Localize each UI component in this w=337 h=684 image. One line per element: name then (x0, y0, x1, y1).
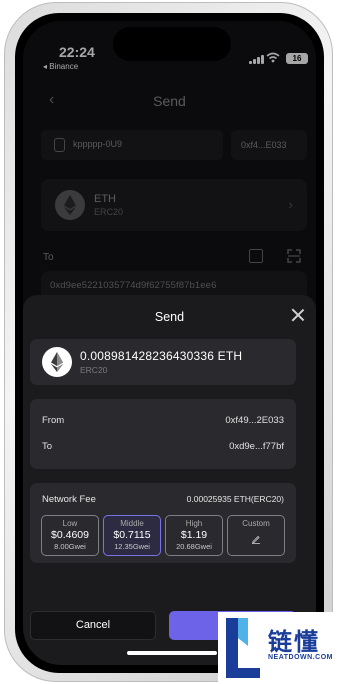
to-label: To (42, 441, 53, 452)
eth-logo-icon (42, 347, 72, 377)
from-label: From (42, 415, 65, 426)
fee-option-middle[interactable]: Middle $0.7115 12.35Gwei (103, 515, 161, 556)
screen: 22:24 ◂ Binance 16 ‹ Send kppppp-0U9 0xf… (23, 21, 316, 665)
fee-option-custom[interactable]: Custom (227, 515, 285, 556)
fee-option-price: $0.4609 (51, 529, 89, 541)
fee-header: Network Fee 0.00025935 ETH(ERC20) (42, 494, 284, 505)
cancel-button[interactable]: Cancel (30, 611, 156, 640)
fee-option-price: $0.7115 (113, 529, 151, 541)
send-amount: 0.008981428236430336 ETH (80, 349, 243, 363)
close-icon[interactable] (290, 307, 306, 323)
fee-option-gwei: 8.00Gwei (54, 542, 86, 551)
fee-option-gwei: 12.35Gwei (114, 542, 150, 551)
fee-options: Low $0.4609 8.00Gwei Middle $0.7115 12.3… (41, 515, 285, 556)
fee-option-name: Custom (242, 519, 270, 528)
home-indicator[interactable] (127, 651, 217, 655)
from-row: From 0xf49...2E033 (42, 415, 284, 426)
watermark-en: NEATDOWN.COM (268, 654, 333, 661)
fee-option-price: $1.19 (180, 529, 208, 541)
watermark-logo: 链懂 NEATDOWN.COM (218, 612, 337, 684)
from-value: 0xf49...2E033 (225, 415, 284, 426)
phone-bezel: 22:24 ◂ Binance 16 ‹ Send kppppp-0U9 0xf… (15, 13, 324, 673)
fee-label: Network Fee (42, 494, 96, 505)
sheet-title: Send (154, 310, 185, 324)
fee-option-name: Middle (120, 519, 144, 528)
route-card: From 0xf49...2E033 To 0xd9e...f77bf (30, 399, 296, 469)
to-row: To 0xd9e...f77bf (42, 441, 284, 452)
watermark-cn: 链懂 (268, 628, 320, 656)
pencil-icon (251, 535, 260, 544)
fee-option-low[interactable]: Low $0.4609 8.00Gwei (41, 515, 99, 556)
send-confirm-sheet: Send 0.008981428236430336 ETH ERC20 From… (23, 295, 316, 665)
l-logo-icon (226, 618, 260, 678)
to-value: 0xd9e...f77bf (229, 441, 284, 452)
amount-card: 0.008981428236430336 ETH ERC20 (30, 339, 296, 385)
fee-option-name: High (185, 519, 203, 528)
fee-option-name: Low (62, 519, 78, 528)
fee-value: 0.00025935 ETH(ERC20) (186, 494, 284, 504)
amount-standard: ERC20 (80, 365, 108, 375)
phone-frame: 22:24 ◂ Binance 16 ‹ Send kppppp-0U9 0xf… (4, 2, 333, 682)
fee-option-gwei: 20.68Gwei (176, 542, 212, 551)
network-fee-card: Network Fee 0.00025935 ETH(ERC20) Low $0… (30, 483, 296, 563)
fee-option-high[interactable]: High $1.19 20.68Gwei (165, 515, 223, 556)
